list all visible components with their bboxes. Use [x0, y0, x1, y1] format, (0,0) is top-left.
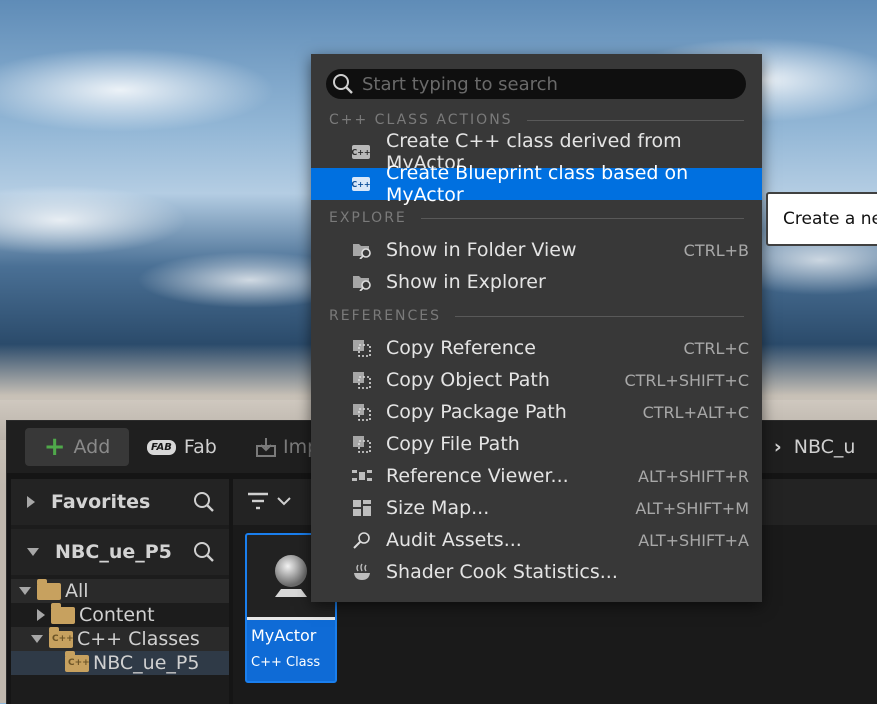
favorites-label: Favorites [51, 491, 151, 513]
folder-icon [51, 602, 75, 624]
filter-icon [248, 492, 268, 510]
menu-item-label: Copy File Path [386, 433, 520, 455]
menu-item-copy-file-path[interactable]: Copy File Path [311, 428, 762, 460]
add-button-label: Add [73, 436, 111, 458]
tooltip: Create a new [766, 192, 877, 246]
section-label: REFERENCES [329, 308, 442, 324]
favorites-header[interactable]: Favorites [11, 479, 229, 525]
menu-item-label: Copy Reference [386, 337, 536, 359]
menu-item-show-in-folder-view[interactable]: Show in Folder View CTRL+B [311, 234, 762, 266]
copy-icon [353, 404, 371, 421]
menu-item-reference-viewer[interactable]: Reference Viewer... ALT+SHIFT+R [311, 460, 762, 492]
search-icon[interactable] [193, 491, 215, 513]
search-icon [333, 74, 353, 94]
shortcut-label: CTRL+B [683, 240, 749, 260]
open-folder-icon [37, 578, 61, 600]
breadcrumb-separator-icon: › [773, 436, 782, 458]
folder-search-icon [353, 244, 371, 259]
shader-cook-icon [354, 563, 370, 580]
reference-graph-icon [352, 470, 372, 481]
collapse-arrow-icon [27, 548, 39, 556]
expand-arrow-icon [37, 609, 45, 621]
context-menu: C++ CLASS ACTIONS C++ Create C++ class d… [311, 54, 762, 602]
collapse-arrow-icon [19, 587, 31, 595]
menu-item-copy-object-path[interactable]: Copy Object Path CTRL+SHIFT+C [311, 364, 762, 396]
cpp-class-icon: C++ [351, 145, 371, 159]
menu-search-box[interactable] [326, 69, 746, 99]
project-header[interactable]: NBC_ue_P5 [11, 529, 229, 575]
menu-item-label: Copy Package Path [386, 401, 567, 423]
shortcut-label: ALT+SHIFT+A [638, 530, 749, 550]
tree-item-cpp-classes[interactable]: C++ C++ Classes [11, 626, 229, 651]
tooltip-text: Create a new [783, 209, 877, 229]
menu-item-copy-reference[interactable]: Copy Reference CTRL+C [311, 332, 762, 364]
copy-icon [353, 340, 371, 357]
import-icon [256, 438, 276, 457]
shortcut-label: CTRL+ALT+C [642, 402, 749, 422]
menu-item-label: Reference Viewer... [386, 465, 569, 487]
tree-item-all[interactable]: All [11, 578, 229, 603]
plus-icon: + [43, 432, 66, 462]
menu-item-size-map[interactable]: Size Map... ALT+SHIFT+M [311, 492, 762, 524]
cpp-folder-icon: C++ [65, 650, 90, 672]
menu-item-label: Shader Cook Statistics... [386, 561, 618, 583]
folder-search-icon [353, 276, 371, 291]
copy-icon [353, 372, 371, 389]
copy-icon [353, 436, 371, 453]
shortcut-label: CTRL+C [683, 338, 749, 358]
fab-button[interactable]: FAB Fab [147, 431, 217, 463]
filter-button[interactable] [247, 491, 291, 511]
menu-item-label: Copy Object Path [386, 369, 550, 391]
breadcrumb: s › NBC_u [752, 431, 855, 463]
search-icon[interactable] [193, 541, 215, 563]
tree-item-label: Content [79, 604, 155, 626]
menu-item-label: Show in Folder View [386, 239, 577, 261]
menu-item-copy-package-path[interactable]: Copy Package Path CTRL+ALT+C [311, 396, 762, 428]
actor-sphere-icon [275, 555, 307, 597]
asset-type: C++ Class [251, 655, 321, 670]
shortcut-label: ALT+SHIFT+R [638, 466, 749, 486]
section-label: EXPLORE [329, 210, 407, 226]
menu-item-show-in-explorer[interactable]: Show in Explorer [311, 266, 762, 298]
tree-item-label: All [65, 580, 89, 602]
menu-item-label: Show in Explorer [386, 271, 546, 293]
expand-arrow-icon [27, 496, 35, 508]
project-label: NBC_ue_P5 [55, 541, 172, 563]
menu-item-create-blueprint-class[interactable]: C++ Create Blueprint class based on MyAc… [311, 162, 762, 206]
fab-button-label: Fab [183, 436, 217, 458]
menu-item-label: Size Map... [386, 497, 490, 519]
asset-name: MyActor [251, 626, 317, 645]
tree-item-label: NBC_ue_P5 [93, 652, 200, 674]
section-explore: EXPLORE [329, 208, 744, 228]
breadcrumb-item-project[interactable]: NBC_u [794, 436, 856, 458]
chevron-down-icon [277, 497, 291, 506]
add-button[interactable]: + Add [25, 428, 129, 466]
shortcut-label: CTRL+SHIFT+C [624, 370, 749, 390]
section-cpp-class-actions: C++ CLASS ACTIONS [329, 110, 744, 130]
menu-item-audit-assets[interactable]: Audit Assets... ALT+SHIFT+A [311, 524, 762, 556]
sources-panel: Favorites NBC_ue_P5 All Content C++ C++ … [11, 479, 229, 704]
tree-item-project-folder[interactable]: C++ NBC_ue_P5 [11, 650, 229, 675]
collapse-arrow-icon [31, 635, 43, 643]
section-label: C++ CLASS ACTIONS [329, 112, 513, 128]
menu-item-label: Create Blueprint class based on MyActor [386, 162, 689, 206]
section-references: REFERENCES [329, 306, 744, 326]
menu-item-label: Audit Assets... [386, 529, 522, 551]
tree-item-content[interactable]: Content [11, 602, 229, 627]
import-button[interactable]: Imp [255, 431, 319, 463]
cpp-class-icon: C++ [351, 177, 371, 191]
size-map-icon [353, 500, 371, 516]
cpp-folder-icon: C++ [49, 626, 74, 648]
fab-logo-icon: FAB [147, 439, 176, 455]
shortcut-label: ALT+SHIFT+M [635, 498, 749, 518]
menu-search-input[interactable] [360, 72, 734, 96]
audit-search-icon [353, 532, 370, 549]
tree-item-label: C++ Classes [77, 628, 200, 650]
menu-item-shader-cook-statistics[interactable]: Shader Cook Statistics... [311, 556, 762, 588]
